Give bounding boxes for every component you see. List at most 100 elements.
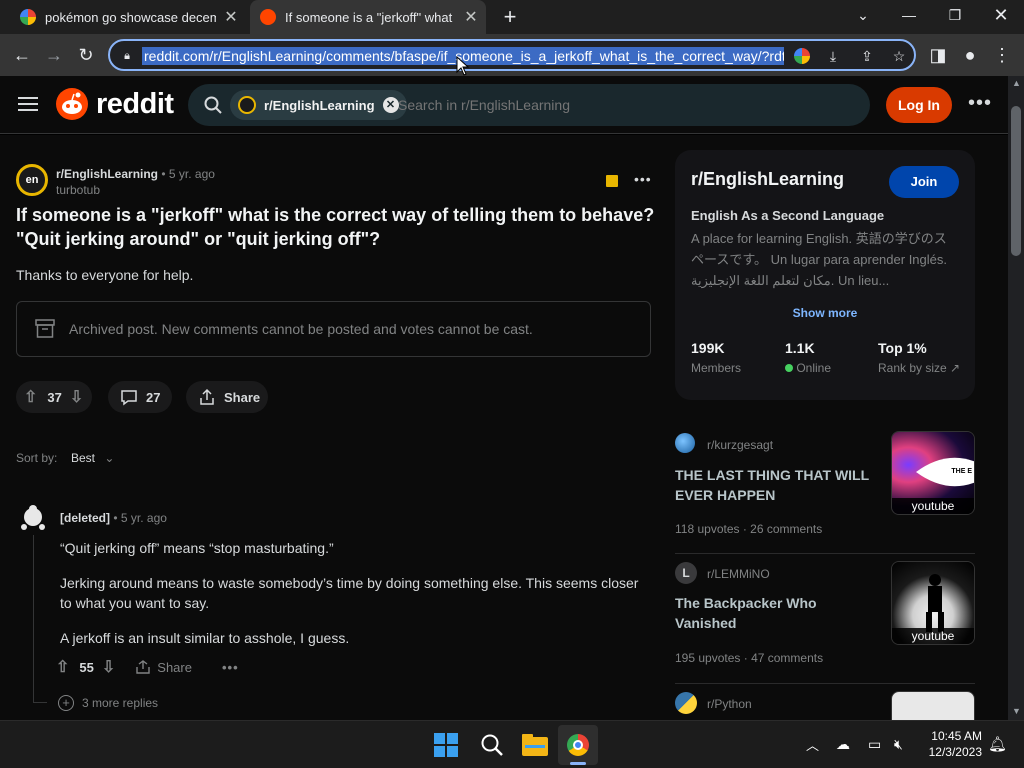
volume-muted-icon[interactable]: 🔇︎ bbox=[894, 736, 903, 753]
scroll-down-icon[interactable]: ▼ bbox=[1012, 706, 1021, 716]
related-subreddit[interactable]: r/Python bbox=[707, 697, 752, 711]
post-thumbnail[interactable] bbox=[891, 691, 975, 720]
restore-icon[interactable]: ❐ bbox=[932, 0, 978, 30]
subreddit-search-chip[interactable]: r/EnglishLearning ✕ bbox=[230, 90, 407, 120]
chrome-taskbar-button[interactable] bbox=[558, 725, 598, 765]
clear-chip-icon[interactable]: ✕ bbox=[382, 97, 399, 113]
windows-start-icon[interactable] bbox=[434, 733, 458, 757]
taskbar-search-icon[interactable] bbox=[480, 733, 504, 757]
search-input[interactable] bbox=[398, 94, 838, 116]
community-subtitle: English As a Second Language bbox=[691, 208, 885, 223]
login-button[interactable]: Log In bbox=[886, 87, 952, 123]
show-hidden-icons-chevron-icon[interactable]: ︿ bbox=[806, 735, 819, 754]
comment-vote-count: 55 bbox=[79, 659, 94, 675]
post-options-icon[interactable]: ••• bbox=[634, 171, 652, 187]
community-description: A place for learning English. 英語の学びのスペース… bbox=[691, 231, 947, 288]
show-more-link[interactable]: Show more bbox=[675, 306, 975, 320]
close-tab-icon[interactable]: ✕ bbox=[222, 7, 240, 27]
tab-search-chevron-icon[interactable]: ⌄ bbox=[840, 0, 886, 30]
join-button[interactable]: Join bbox=[889, 166, 959, 198]
comment-meta: [deleted] • 5 yr. ago bbox=[60, 511, 167, 525]
post-author[interactable]: turbotub bbox=[56, 183, 100, 197]
upvote-icon[interactable]: ⇧ bbox=[24, 387, 37, 407]
share-button[interactable]: Share bbox=[186, 381, 268, 413]
sort-dropdown[interactable]: Best ⌄ bbox=[71, 451, 114, 465]
close-tab-icon[interactable]: ✕ bbox=[462, 7, 480, 27]
google-lens-icon[interactable] bbox=[794, 48, 810, 64]
stat-rank[interactable]: Top 1% Rank by size ↗ bbox=[878, 340, 960, 375]
stat-label: Online bbox=[796, 361, 832, 375]
comment-actions: ⇧ 55 ⇩ Share ••• bbox=[56, 657, 239, 677]
related-post-card[interactable]: r/kurzgesagt THE LAST THING THAT WILL EV… bbox=[675, 431, 975, 546]
subreddit-avatar-icon[interactable]: en bbox=[16, 164, 48, 196]
video-thumbnail[interactable]: THE E youtube bbox=[891, 431, 975, 515]
address-bar[interactable]: 🔒︎ reddit.com/r/EnglishLearning/comments… bbox=[108, 39, 916, 71]
comment-author: [deleted] bbox=[60, 511, 111, 525]
bookmark-star-icon[interactable]: ☆ bbox=[890, 47, 908, 65]
related-title: The Backpacker Who Vanished bbox=[675, 595, 817, 631]
page-scrollbar[interactable]: ▲ ▼ bbox=[1008, 76, 1024, 720]
share-page-icon[interactable]: ⇪ bbox=[858, 47, 876, 65]
comment-share-button[interactable]: Share bbox=[135, 659, 192, 675]
subreddit-avatar-icon bbox=[675, 433, 695, 453]
comments-button[interactable]: 27 bbox=[108, 381, 172, 413]
more-options-icon[interactable]: ••• bbox=[968, 92, 992, 115]
feed-divider bbox=[675, 683, 975, 684]
file-explorer-icon[interactable] bbox=[522, 734, 548, 756]
clock[interactable]: 10:45 AM 12/3/2023 bbox=[918, 728, 982, 760]
search-bar[interactable]: r/EnglishLearning ✕ bbox=[188, 84, 870, 126]
share-icon bbox=[200, 388, 214, 405]
reddit-wordmark[interactable]: reddit bbox=[96, 88, 174, 121]
more-replies-link[interactable]: + 3 more replies bbox=[58, 695, 158, 711]
back-arrow-icon[interactable]: ← bbox=[10, 43, 34, 67]
stat-value: 1.1K bbox=[785, 340, 815, 356]
reload-icon[interactable]: ↻ bbox=[74, 43, 98, 67]
main-content: en r/EnglishLearning • 5 yr. ago turbotu… bbox=[0, 135, 1008, 720]
related-post-card[interactable]: L r/LEMMiNO The Backpacker Who Vanished … bbox=[675, 561, 975, 676]
expand-plus-icon: + bbox=[58, 695, 74, 711]
stat-online: 1.1K Online bbox=[785, 340, 831, 375]
thread-line[interactable] bbox=[33, 535, 34, 703]
notification-bell-icon[interactable]: 🔔︎ bbox=[988, 735, 1007, 753]
minimize-icon[interactable]: — bbox=[886, 0, 932, 30]
browser-tab-inactive[interactable]: pokémon go showcase december ✕ bbox=[10, 0, 246, 34]
install-app-icon[interactable]: ⤓ bbox=[824, 47, 842, 65]
hamburger-menu-icon[interactable] bbox=[18, 96, 38, 112]
profile-avatar-icon[interactable]: ● bbox=[958, 43, 982, 67]
community-name: r/EnglishLearning bbox=[691, 169, 845, 189]
stat-label: Rank by size bbox=[878, 361, 947, 375]
search-icon bbox=[204, 96, 222, 114]
network-icon[interactable]: ▭ bbox=[868, 736, 881, 753]
chrome-menu-icon[interactable]: ⋮ bbox=[990, 43, 1014, 67]
subreddit-link[interactable]: r/EnglishLearning bbox=[56, 167, 158, 181]
browser-tab-strip: pokémon go showcase december ✕ If someon… bbox=[0, 0, 1024, 34]
mouse-cursor-icon bbox=[456, 56, 470, 76]
post-title: If someone is a "jerkoff" what is the co… bbox=[16, 205, 655, 249]
close-window-icon[interactable]: ✕ bbox=[978, 0, 1024, 30]
related-subreddit[interactable]: r/kurzgesagt bbox=[707, 438, 773, 452]
related-post-card[interactable]: r/Python bbox=[675, 691, 975, 720]
scrollbar-thumb[interactable] bbox=[1011, 106, 1021, 256]
downvote-icon[interactable]: ⇩ bbox=[102, 657, 115, 677]
new-tab-plus-icon[interactable]: + bbox=[500, 6, 520, 28]
comment-options-icon[interactable]: ••• bbox=[222, 660, 239, 675]
archive-icon bbox=[35, 319, 55, 338]
related-subreddit[interactable]: r/LEMMiNO bbox=[707, 567, 770, 581]
more-replies-label: 3 more replies bbox=[82, 696, 159, 710]
stat-value: 199K bbox=[691, 340, 725, 356]
reddit-header: reddit r/EnglishLearning ✕ Log In ••• bbox=[0, 76, 1008, 134]
upvote-icon[interactable]: ⇧ bbox=[56, 657, 69, 677]
onedrive-cloud-icon[interactable]: ☁ bbox=[836, 736, 850, 753]
comment-count: 26 comments bbox=[750, 522, 823, 536]
side-panel-icon[interactable]: ◨ bbox=[926, 43, 950, 67]
video-thumbnail[interactable]: youtube bbox=[891, 561, 975, 645]
browser-tab-active[interactable]: If someone is a "jerkoff" what is the ✕ bbox=[250, 0, 486, 34]
stat-members: 199K Members bbox=[691, 340, 741, 375]
reddit-snoo-logo-icon[interactable] bbox=[56, 88, 88, 120]
site-info-lock-icon[interactable]: 🔒︎ bbox=[118, 47, 136, 65]
scroll-up-icon[interactable]: ▲ bbox=[1012, 78, 1021, 88]
external-link-icon: ↗ bbox=[950, 361, 961, 375]
related-stats: 118 upvotes · 26 comments bbox=[675, 522, 823, 536]
forward-arrow-icon[interactable]: → bbox=[42, 43, 66, 67]
downvote-icon[interactable]: ⇩ bbox=[70, 387, 83, 407]
